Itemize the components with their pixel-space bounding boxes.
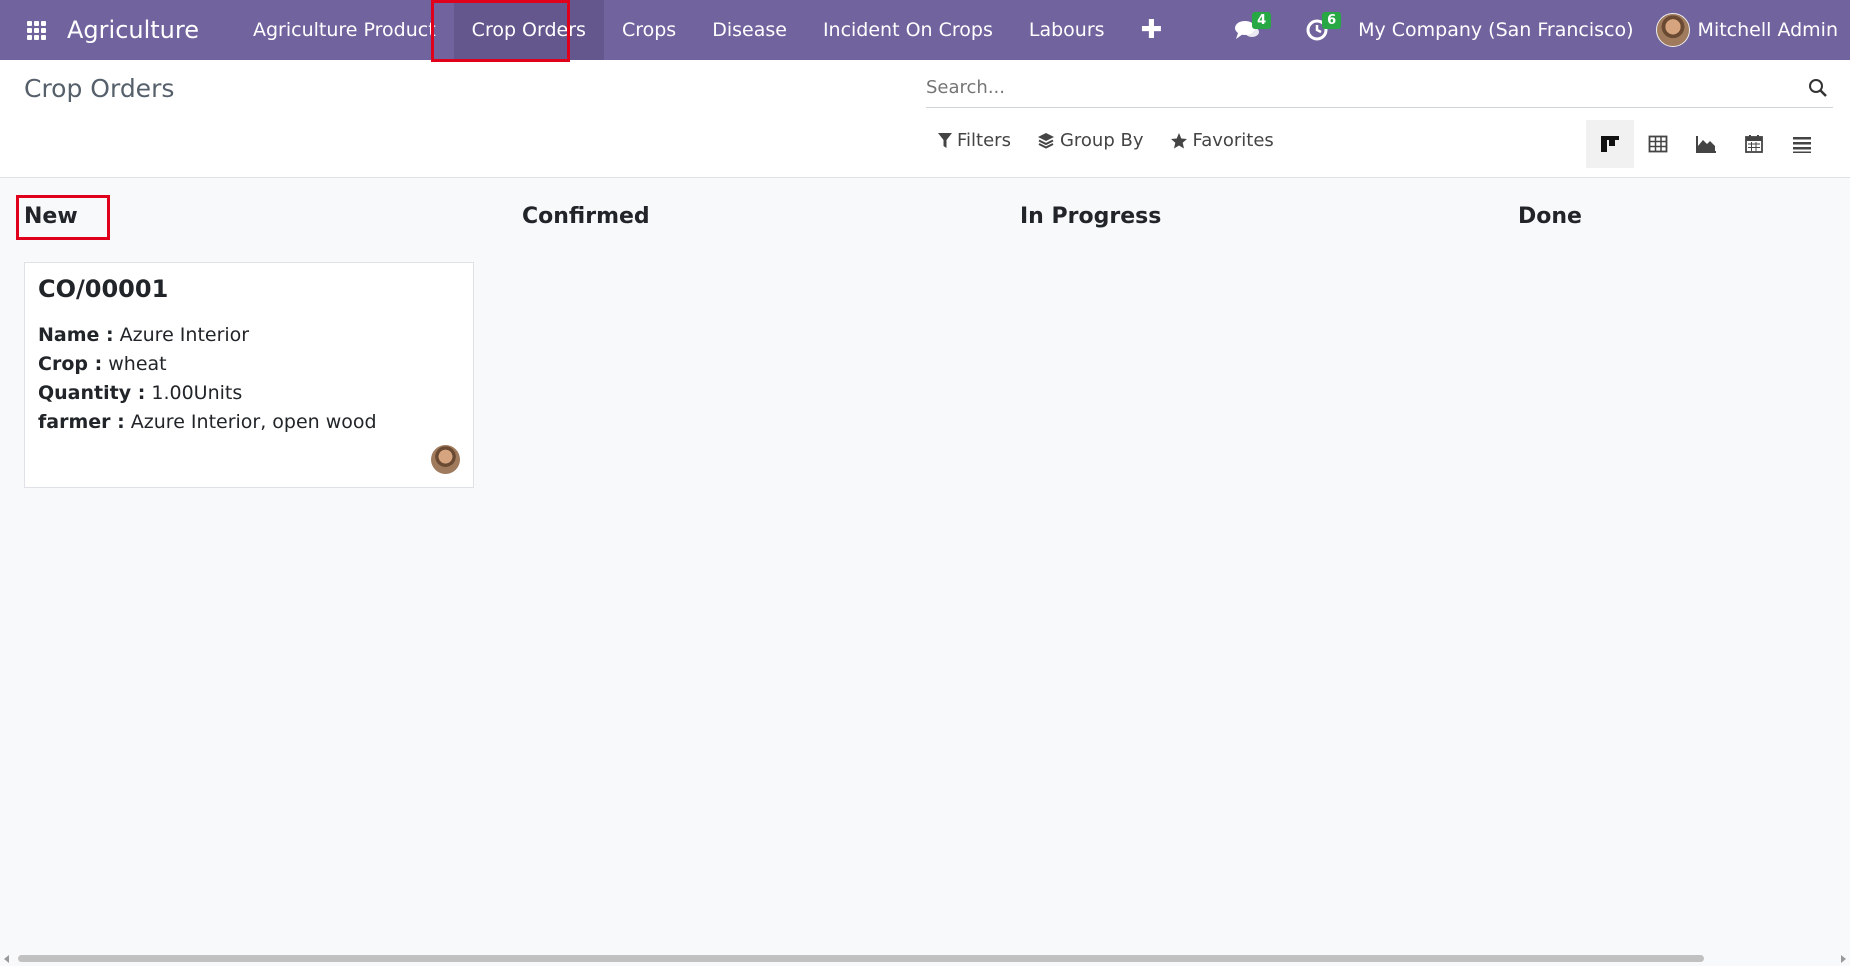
card-field-crop: Crop : wheat bbox=[38, 350, 460, 379]
field-label: Quantity : bbox=[38, 382, 146, 404]
field-value: wheat bbox=[108, 353, 167, 375]
card-avatar[interactable] bbox=[431, 445, 460, 474]
calendar-icon bbox=[1745, 135, 1763, 153]
card-field-name: Name : Azure Interior bbox=[38, 321, 460, 350]
filters-button[interactable]: Filters bbox=[938, 130, 1011, 151]
activities-button[interactable]: 6 bbox=[1282, 0, 1352, 60]
column-title-in-progress[interactable]: In Progress bbox=[1020, 190, 1500, 229]
star-icon bbox=[1170, 132, 1187, 148]
menu-item-crop-orders[interactable]: Crop Orders bbox=[453, 0, 604, 60]
calendar-view-button[interactable] bbox=[1730, 120, 1778, 168]
field-value: Azure Interior bbox=[119, 324, 250, 346]
scroll-left-arrow-icon[interactable] bbox=[4, 955, 9, 963]
messages-button[interactable]: 4 bbox=[1212, 0, 1282, 60]
horizontal-scrollbar[interactable] bbox=[0, 950, 1850, 966]
messages-count-badge: 4 bbox=[1252, 12, 1272, 29]
column-title-new[interactable]: New bbox=[24, 190, 504, 229]
filter-icon bbox=[938, 132, 952, 148]
kanban-column-done: Done bbox=[1518, 190, 1850, 229]
scrollbar-thumb[interactable] bbox=[18, 955, 1704, 962]
search-icon bbox=[1809, 78, 1827, 97]
list-view-button[interactable] bbox=[1634, 120, 1682, 168]
plus-icon[interactable]: ✚ bbox=[1123, 0, 1181, 60]
top-navbar: Agriculture Agriculture Product Crop Ord… bbox=[0, 0, 1850, 60]
field-label: farmer : bbox=[38, 411, 125, 433]
user-menu[interactable]: Mitchell Admin bbox=[1655, 13, 1850, 47]
menu-item-agriculture-product[interactable]: Agriculture Product bbox=[235, 0, 454, 60]
column-title-done[interactable]: Done bbox=[1518, 190, 1850, 229]
user-avatar bbox=[1655, 13, 1690, 47]
menu-item-crops[interactable]: Crops bbox=[604, 0, 694, 60]
control-panel: Crop Orders Filters Group By bbox=[0, 60, 1850, 178]
kanban-column-confirmed: Confirmed bbox=[522, 190, 1002, 229]
column-title-confirmed[interactable]: Confirmed bbox=[522, 190, 1002, 229]
group-by-label: Group By bbox=[1059, 130, 1144, 151]
company-switcher[interactable]: My Company (San Francisco) bbox=[1352, 19, 1655, 41]
user-name: Mitchell Admin bbox=[1697, 19, 1838, 41]
menu-item-disease[interactable]: Disease bbox=[694, 0, 805, 60]
field-value: Azure Interior, open wood bbox=[130, 411, 377, 433]
kanban-column-new: New bbox=[24, 190, 504, 229]
table-icon bbox=[1648, 135, 1668, 153]
card-field-farmer: farmer : Azure Interior, open wood bbox=[38, 408, 460, 437]
layers-icon bbox=[1037, 132, 1054, 149]
field-label: Crop : bbox=[38, 353, 103, 375]
search-button[interactable] bbox=[1803, 78, 1833, 98]
search-panel-buttons: Filters Group By Favorites bbox=[938, 130, 1300, 151]
card-reference: CO/00001 bbox=[38, 275, 169, 303]
kanban-card[interactable]: CO/00001 Name : Azure Interior Crop : wh… bbox=[24, 262, 474, 488]
kanban-icon bbox=[1601, 136, 1619, 152]
favorites-label: Favorites bbox=[1192, 130, 1274, 151]
kanban-column-in-progress: In Progress bbox=[1020, 190, 1500, 229]
apps-menu-icon[interactable] bbox=[0, 0, 72, 60]
favorites-button[interactable]: Favorites bbox=[1170, 130, 1274, 151]
graph-view-button[interactable] bbox=[1682, 120, 1730, 168]
field-label: Name : bbox=[38, 324, 114, 346]
search-bar bbox=[926, 68, 1833, 108]
filters-label: Filters bbox=[957, 130, 1011, 151]
scroll-right-arrow-icon[interactable] bbox=[1841, 955, 1846, 963]
search-input[interactable] bbox=[926, 77, 1803, 98]
view-switcher bbox=[1586, 120, 1826, 168]
menu-item-incident-on-crops[interactable]: Incident On Crops bbox=[805, 0, 1011, 60]
field-value: 1.00Units bbox=[151, 382, 243, 404]
app-brand[interactable]: Agriculture bbox=[67, 16, 199, 44]
activity-view-button[interactable] bbox=[1778, 120, 1826, 168]
group-by-button[interactable]: Group By bbox=[1037, 130, 1144, 151]
page-title: Crop Orders bbox=[24, 74, 175, 103]
kanban-view-button[interactable] bbox=[1586, 120, 1634, 168]
menu-item-labours[interactable]: Labours bbox=[1011, 0, 1123, 60]
area-chart-icon bbox=[1696, 136, 1716, 153]
activities-count-badge: 6 bbox=[1322, 12, 1342, 29]
card-field-quantity: Quantity : 1.00Units bbox=[38, 379, 460, 408]
bars-icon bbox=[1793, 137, 1811, 153]
